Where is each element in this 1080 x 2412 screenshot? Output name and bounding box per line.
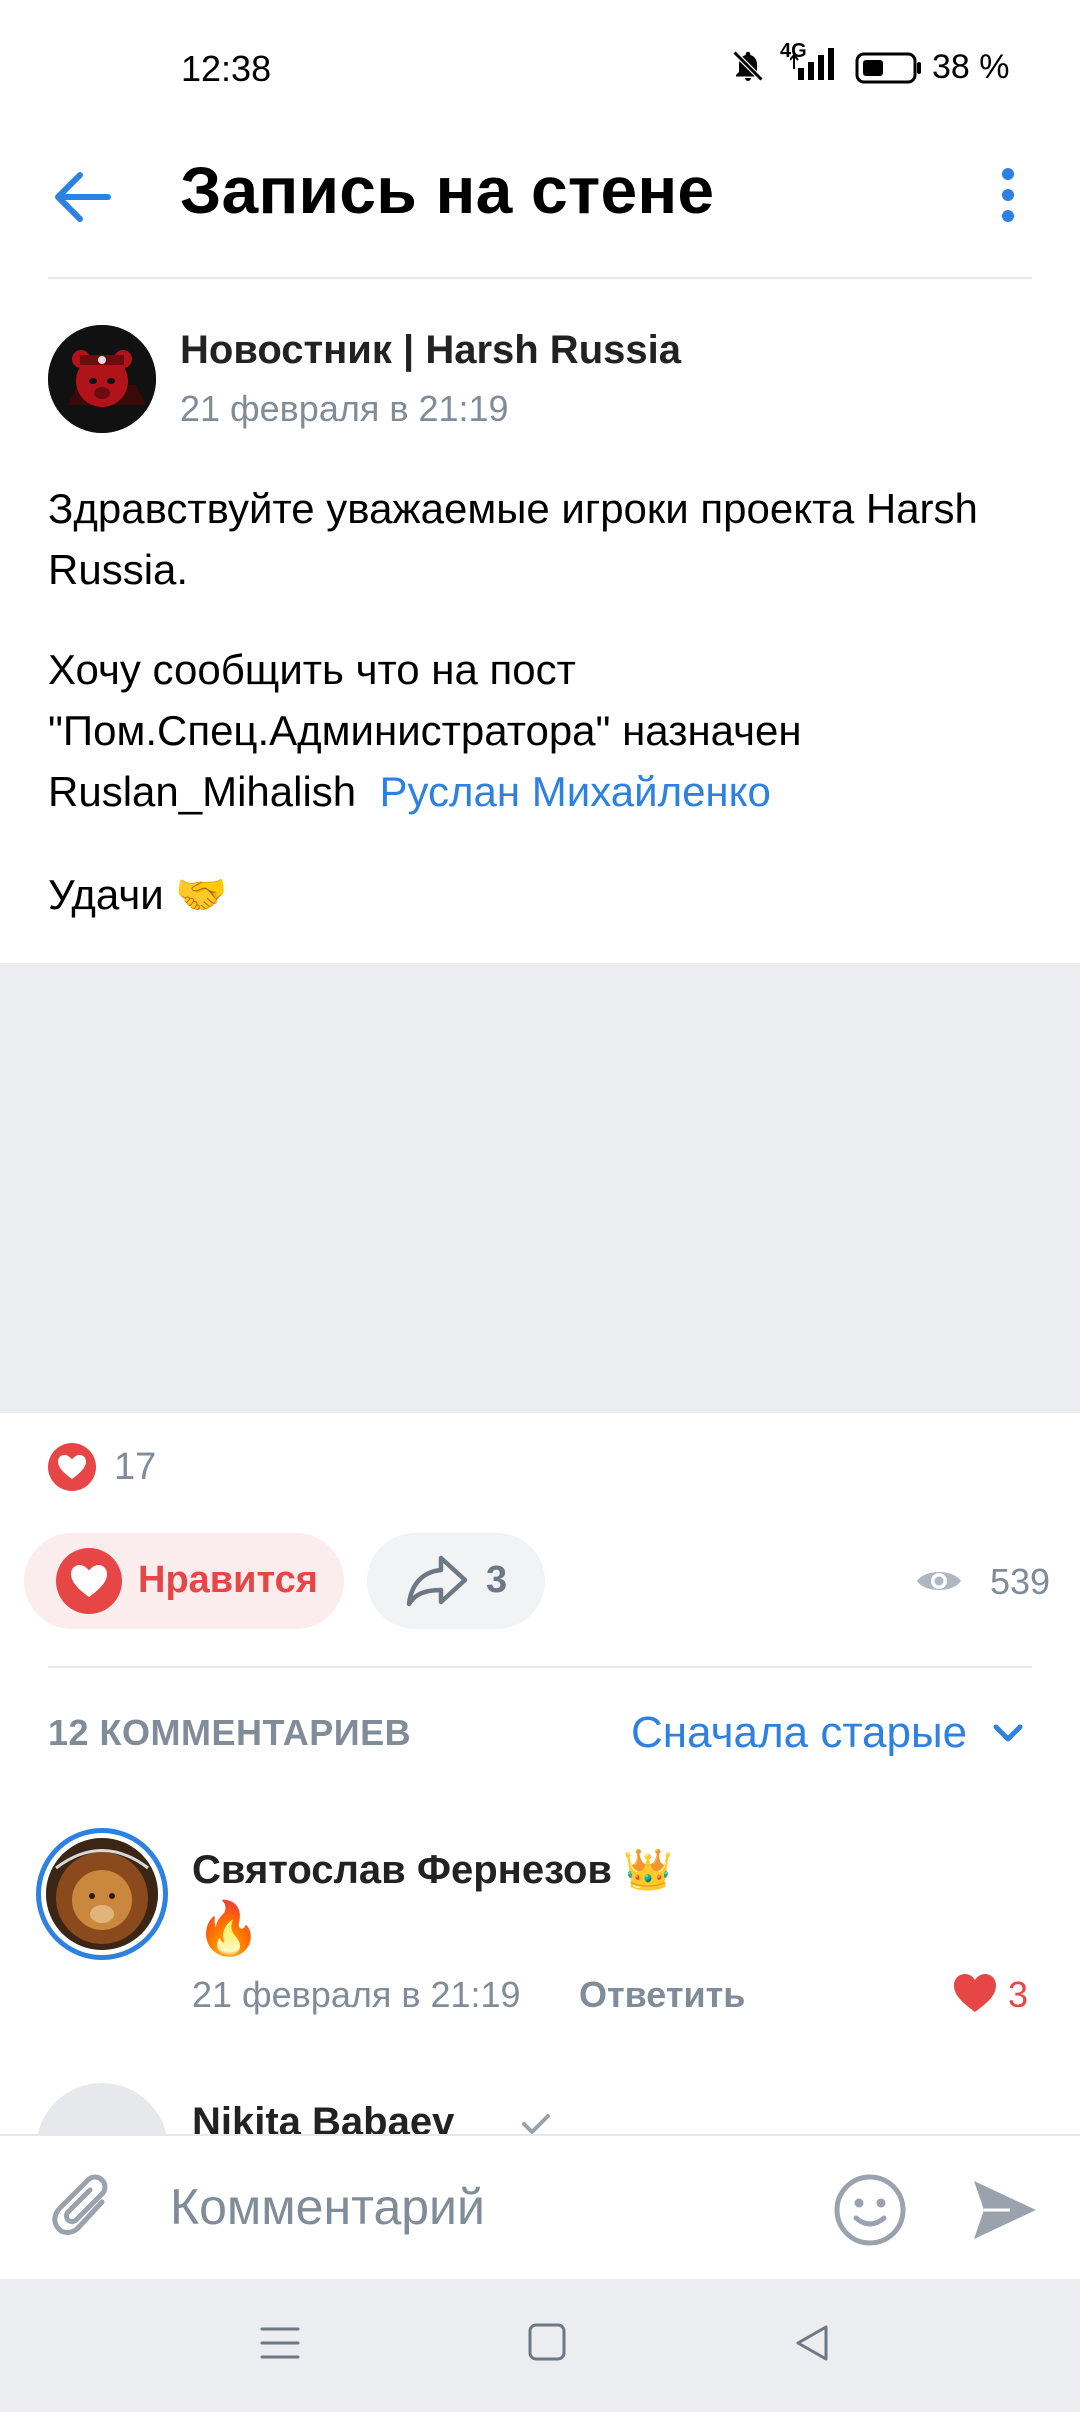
like-button-label: Нравится — [138, 1559, 318, 1601]
share-icon — [405, 1554, 469, 1608]
heart-icon[interactable] — [952, 1972, 998, 2014]
comments-count: 12 КОММЕНТАРИЕВ — [48, 1712, 412, 1753]
menu-icon[interactable] — [258, 2321, 302, 2365]
post-paragraph-1: Здравствуйте уважаемые игроки проекта Ha… — [48, 485, 978, 593]
comment-input[interactable] — [170, 2172, 790, 2242]
actions-divider — [48, 1666, 1032, 1668]
mute-bell-icon — [730, 48, 766, 84]
back-triangle-icon[interactable] — [790, 2321, 834, 2365]
sort-dropdown[interactable]: Сначала старые — [631, 1708, 967, 1758]
sort-label: Сначала старые — [631, 1708, 968, 1757]
post-media[interactable] — [0, 963, 1080, 1413]
home-square-icon[interactable] — [526, 2321, 568, 2363]
eye-icon — [915, 1564, 963, 1598]
post-paragraph-3: Удачи 🤝 — [48, 871, 228, 918]
more-menu-button[interactable] — [990, 164, 1026, 230]
likes-count[interactable]: 17 — [114, 1446, 156, 1489]
post-paragraph-2: Хочу сообщить что на пост "Пом.Спец.Адми… — [48, 639, 1038, 822]
avatar[interactable] — [46, 1838, 158, 1950]
post-date: 21 февраля в 21:19 — [180, 388, 509, 429]
post-author[interactable]: Новостник | Harsh Russia — [180, 328, 681, 373]
header-divider — [48, 277, 1032, 279]
group-avatar[interactable] — [48, 325, 156, 433]
emoji-icon[interactable] — [832, 2172, 908, 2248]
system-nav-bar — [0, 2279, 1080, 2412]
page-title: Запись на стене — [180, 153, 715, 227]
heart-filled-icon — [56, 1548, 122, 1614]
share-count: 3 — [486, 1559, 508, 1601]
comment-like-count: 3 — [1008, 1974, 1029, 2015]
comment-text: 🔥 — [196, 1900, 261, 1958]
battery-icon — [855, 52, 923, 84]
battery-percent: 38 % — [932, 48, 1010, 86]
paperclip-icon[interactable] — [50, 2172, 118, 2248]
user-mention-link[interactable]: Руслан Михайленко — [380, 768, 771, 815]
send-icon[interactable] — [970, 2175, 1040, 2245]
signal-icon — [790, 46, 842, 82]
back-button[interactable] — [50, 164, 116, 230]
comment-author[interactable]: Святослав Фернезов 👑 — [192, 1846, 673, 1893]
chevron-down-icon[interactable] — [990, 1720, 1026, 1746]
like-summary-icon — [47, 1442, 97, 1492]
status-bar: 12:38 4G 38 % — [0, 0, 1080, 140]
views-count: 539 — [990, 1561, 1051, 1602]
reply-button[interactable]: Ответить — [579, 1974, 745, 2016]
more-vertical-icon — [990, 164, 1026, 230]
status-time: 12:38 — [181, 48, 272, 89]
comment-date: 21 февраля в 21:19 — [192, 1974, 521, 2015]
arrow-left-icon — [50, 164, 116, 230]
